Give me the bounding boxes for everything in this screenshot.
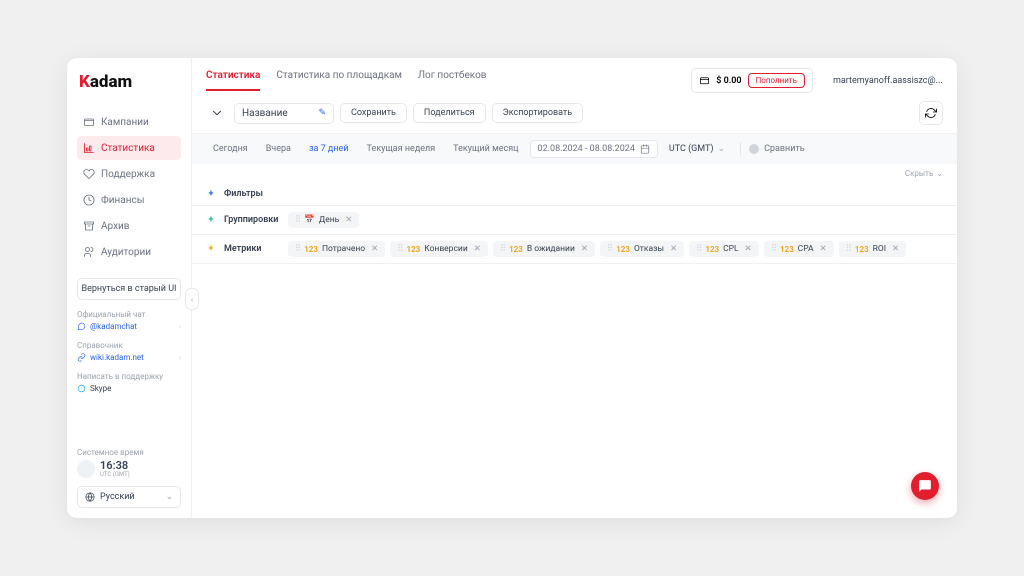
close-icon[interactable]: ✕ [371, 244, 378, 254]
timezone-select[interactable]: UTC (GMT) ⌄ [662, 141, 732, 157]
metric-chip-1[interactable]: ⠿123Конверсии✕ [390, 241, 488, 257]
share-button[interactable]: Поделиться [413, 103, 486, 123]
add-group-button[interactable]: + [206, 215, 216, 225]
back-to-old-ui-button[interactable]: Вернуться в старый UI [77, 278, 181, 300]
date-pill-3[interactable]: Текущая неделя [360, 141, 443, 157]
edit-icon: ✎ [318, 108, 326, 118]
close-icon[interactable]: ✕ [820, 244, 827, 254]
refresh-icon [925, 107, 937, 119]
folder-icon [83, 116, 95, 128]
chat-title: Официальный чат [77, 310, 181, 319]
metric-chip-6[interactable]: ⠿123ROI✕ [839, 241, 906, 257]
time-tz: UTC (GMT) [100, 471, 130, 478]
filters-label: Фильтры [224, 189, 280, 199]
chat-link[interactable]: @kadamchat › [77, 322, 181, 331]
groups-row: + Группировки ⠿📅День✕ [192, 206, 957, 235]
metric-chip-0[interactable]: ⠿123Потрачено✕ [288, 241, 385, 257]
heart-icon [83, 168, 95, 180]
chat-fab[interactable] [911, 472, 939, 500]
sidebar-nav: КампанииСтатистикаПоддержкаФинансыАрхивА… [77, 110, 181, 264]
help-link[interactable]: wiki.kadam.net › [77, 353, 181, 362]
filters-row: + Фильтры [192, 183, 957, 206]
chevron-down-icon [210, 106, 224, 120]
user-menu[interactable]: martemyanoff.aassiszc@... ⌄ [833, 76, 943, 86]
compare-toggle[interactable]: Сравнить [749, 144, 805, 154]
close-icon[interactable]: ✕ [892, 244, 899, 254]
time-value: 16:38 [100, 460, 130, 471]
topup-button[interactable]: Пополнить [748, 73, 805, 88]
support-skype-link[interactable]: Skype [77, 384, 181, 393]
metrics-label: Метрики [224, 244, 280, 254]
tab-0[interactable]: Статистика [206, 70, 260, 91]
collapse-toggle[interactable] [206, 102, 228, 124]
close-icon[interactable]: ✕ [581, 244, 588, 254]
date-range-picker[interactable]: 02.08.2024 - 08.08.2024 [530, 140, 658, 158]
close-icon[interactable]: ✕ [745, 244, 752, 254]
close-icon[interactable]: ✕ [345, 215, 352, 225]
tab-1[interactable]: Статистика по площадкам [276, 70, 402, 91]
export-button[interactable]: Экспортировать [492, 103, 584, 123]
help-title: Справочник [77, 341, 181, 350]
archive-icon [83, 220, 95, 232]
groups-label: Группировки [224, 215, 280, 225]
users-icon [83, 246, 95, 258]
clock-icon [77, 460, 95, 478]
save-button[interactable]: Сохранить [340, 103, 407, 123]
report-name-input[interactable]: Название ✎ [234, 103, 334, 124]
metric-chip-2[interactable]: ⠿123В ожидании✕ [493, 241, 595, 257]
metric-chip-3[interactable]: ⠿123Отказы✕ [600, 241, 684, 257]
time-title: Системное время [77, 448, 181, 457]
sidebar-item-3[interactable]: Финансы [77, 188, 181, 212]
sidebar-item-5[interactable]: Аудитории [77, 240, 181, 264]
chat-icon [918, 479, 932, 493]
support-title: Написать в поддержку [77, 372, 181, 381]
sidebar-item-2[interactable]: Поддержка [77, 162, 181, 186]
balance-value: $ 0.00 [716, 76, 741, 86]
metrics-row: + Метрики ⠿123Потрачено✕ ⠿123Конверсии✕ ⠿1… [192, 235, 957, 264]
add-filter-button[interactable]: + [206, 189, 216, 199]
close-icon[interactable]: ✕ [474, 244, 481, 254]
date-pill-4[interactable]: Текущий месяц [446, 141, 525, 157]
sidebar-item-1[interactable]: Статистика [77, 136, 181, 160]
sidebar-item-4[interactable]: Архив [77, 214, 181, 238]
close-icon[interactable]: ✕ [670, 244, 677, 254]
metric-chip-4[interactable]: ⠿123CPL✕ [689, 241, 759, 257]
date-pill-1[interactable]: Вчера [259, 141, 298, 157]
tab-2[interactable]: Лог постбеков [418, 70, 487, 91]
metric-chip-5[interactable]: ⠿123CPA✕ [764, 241, 834, 257]
language-select[interactable]: Русский ⌄ [77, 486, 181, 508]
wallet-icon [699, 75, 710, 86]
calendar-icon [640, 144, 650, 154]
hide-toggle[interactable]: Скрыть ⌄ [891, 164, 957, 183]
date-pill-2[interactable]: за 7 дней [302, 141, 356, 157]
date-pill-0[interactable]: Сегодня [206, 141, 255, 157]
logo: Kadam [77, 72, 181, 92]
main-tabs: Статистика Статистика по площадкам Лог пос… [206, 70, 487, 91]
refresh-button[interactable] [919, 101, 943, 125]
add-metric-button[interactable]: + [206, 244, 216, 254]
sidebar-item-0[interactable]: Кампании [77, 110, 181, 134]
collapse-sidebar-button[interactable]: ‹ [185, 288, 199, 310]
group-chip-0[interactable]: ⠿📅День✕ [288, 212, 359, 228]
balance-box[interactable]: $ 0.00 Пополнить [691, 68, 813, 93]
chart-icon [83, 142, 95, 154]
clock-icon [83, 194, 95, 206]
